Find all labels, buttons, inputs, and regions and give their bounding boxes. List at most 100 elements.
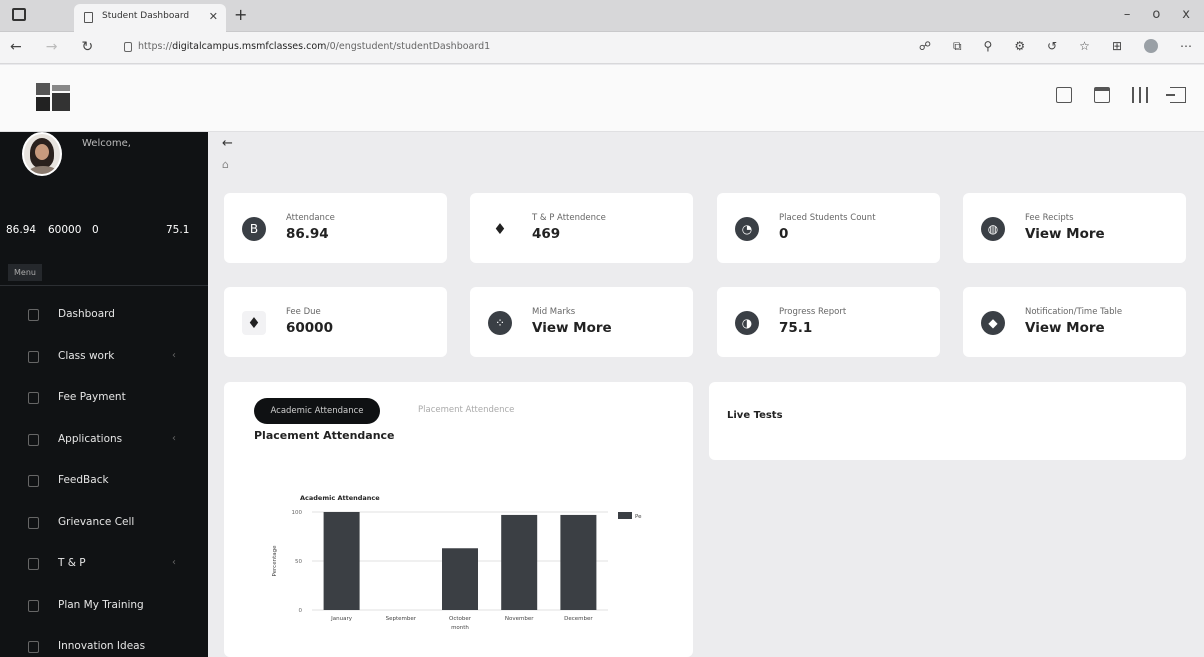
bar [323,512,360,610]
view-more-link[interactable]: View More [1025,320,1105,336]
ethereum-icon: ♦ [242,311,266,335]
extension-icon[interactable]: ⚙ [1014,39,1025,54]
x-tick-label: September [386,616,417,622]
new-tab-icon[interactable]: + [234,5,247,24]
refresh-ext-icon[interactable]: ↺ [1047,39,1057,54]
calendar-icon[interactable] [1094,87,1110,103]
sidebar-item-label: Fee Payment [58,391,126,403]
browser-tab[interactable]: Student Dashboard ✕ [74,4,226,32]
forward-icon[interactable]: → [46,39,58,55]
card-value: 469 [532,226,561,242]
view-more-link[interactable]: View More [1025,226,1105,242]
chevron-left-icon: ‹ [172,432,176,444]
sidebar-menu: Dashboard Class work ‹ Fee Payment Appli… [0,296,208,657]
feedback-icon [28,475,39,487]
more-icon[interactable]: ⋯ [1180,39,1192,54]
globe-icon: ◍ [981,217,1005,241]
card-fee-receipts[interactable]: ◍ Fee Recipts View More [963,193,1186,263]
nav-buttons: ← → ↻ [10,39,93,55]
briefcase-icon [28,558,39,570]
sidebar-item-dashboard[interactable]: Dashboard [0,296,208,338]
x-axis-label: month [451,625,469,631]
app-logo[interactable] [36,83,70,115]
logout-icon[interactable] [1166,87,1186,103]
card-attendance[interactable]: B Attendance 86.94 [224,193,447,263]
welcome-text: Welcome, [82,138,131,149]
card-fee-due[interactable]: ♦ Fee Due 60000 [224,287,447,357]
refresh-icon[interactable]: ↻ [81,39,93,55]
bar [442,548,478,610]
shield-icon: ◆ [981,311,1005,335]
collections-icon[interactable]: ⧉ [953,39,962,54]
card-progress-report[interactable]: ◑ Progress Report 75.1 [717,287,940,357]
sidebar-item-grievance-cell[interactable]: Grievance Cell [0,504,208,546]
tab-menu[interactable]: Menu [8,264,42,281]
chart-title: Academic Attendance [300,494,380,502]
sidebar-item-fee-payment[interactable]: Fee Payment [0,379,208,421]
close-tab-icon[interactable]: ✕ [209,10,218,23]
url-prefix: https:// [138,41,173,52]
card-placed-students[interactable]: ◔ Placed Students Count 0 [717,193,940,263]
collections-add-icon[interactable]: ⊞ [1112,39,1122,54]
card-tp-attendance[interactable]: ♦ T & P Attendence 469 [470,193,693,263]
sidebar-item-label: FeedBack [58,474,109,486]
page-icon [84,12,93,23]
x-tick-label: November [505,616,534,622]
live-tests-title: Live Tests [727,410,783,421]
reader-icon[interactable]: ☍ [919,39,931,54]
close-window-icon[interactable]: x [1182,7,1190,22]
profile-avatar-icon[interactable] [1144,39,1158,53]
sidebar-item-plan-my-training[interactable]: Plan My Training [0,587,208,629]
globe-icon [28,433,39,446]
bar [501,514,538,610]
minimize-icon[interactable]: – [1124,7,1131,22]
sidebar-item-t-and-p[interactable]: T & P ‹ [0,545,208,587]
url-path: /0/engstudent/studentDashboard1 [326,41,491,52]
y-tick-label: 100 [292,510,303,516]
settings-sliders-icon[interactable] [1132,87,1148,103]
lightbulb-icon [28,641,39,653]
card-value: 86.94 [286,226,329,242]
location-icon[interactable]: ⚲ [984,39,993,54]
home-breadcrumb-icon[interactable]: ⌂ [222,158,229,171]
main-content: ← ⌂ B Attendance 86.94 ♦ T & P Attendenc… [208,132,1204,657]
chevron-left-icon: ‹ [172,349,176,361]
attendance-panel: Academic Attendance Placement Attendence… [224,382,693,657]
x-tick-label: December [564,616,593,622]
sidebar-item-label: Applications [58,432,123,445]
chevron-left-icon: ‹ [172,557,176,568]
pencil-icon [28,350,39,363]
card-mid-marks[interactable]: ⁘ Mid Marks View More [470,287,693,357]
card-label: Fee Due [286,307,321,317]
url-field[interactable]: https://digitalcampus.msmfclasses.com/0/… [138,41,490,52]
card-label: Progress Report [779,307,847,317]
x-tick-label: October [449,616,472,622]
browser-extensions: ☍ ⧉ ⚲ ⚙ ↺ ☆ ⊞ ⋯ [919,39,1192,54]
sidebar-item-applications[interactable]: Applications ‹ [0,421,208,463]
sidebar-stat-fee: 60000 [48,224,82,236]
view-more-link[interactable]: View More [532,320,612,336]
sidebar-item-feedback[interactable]: FeedBack [0,462,208,504]
browser-addressbar: ← → ↻ https://digitalcampus.msmfclasses.… [0,32,1204,64]
lock-icon[interactable] [124,42,132,52]
window-menu-icon[interactable] [12,8,26,21]
avatar[interactable] [22,132,62,176]
document-icon [28,516,39,529]
folder-icon[interactable] [1056,87,1072,103]
favorites-icon[interactable]: ☆ [1079,39,1090,54]
bar [560,514,597,610]
y-tick-label: 50 [295,559,302,565]
card-notification-timetable[interactable]: ◆ Notification/Time Table View More [963,287,1186,357]
app-header [0,65,1204,132]
card-label: Fee Recipts [1025,213,1074,223]
maximize-icon[interactable]: o [1152,7,1160,22]
card-label: Attendance [286,213,335,223]
window-controls: – o x [1124,7,1190,22]
card-value: 0 [779,226,789,242]
sidebar-item-innovation-ideas[interactable]: Innovation Ideas [0,628,208,657]
tab-title: Student Dashboard [102,11,190,21]
sidebar-item-label: Plan My Training [58,598,144,611]
back-icon[interactable]: ← [10,39,22,55]
sidebar-item-class-work[interactable]: Class work ‹ [0,338,208,380]
back-arrow-icon[interactable]: ← [222,136,233,151]
